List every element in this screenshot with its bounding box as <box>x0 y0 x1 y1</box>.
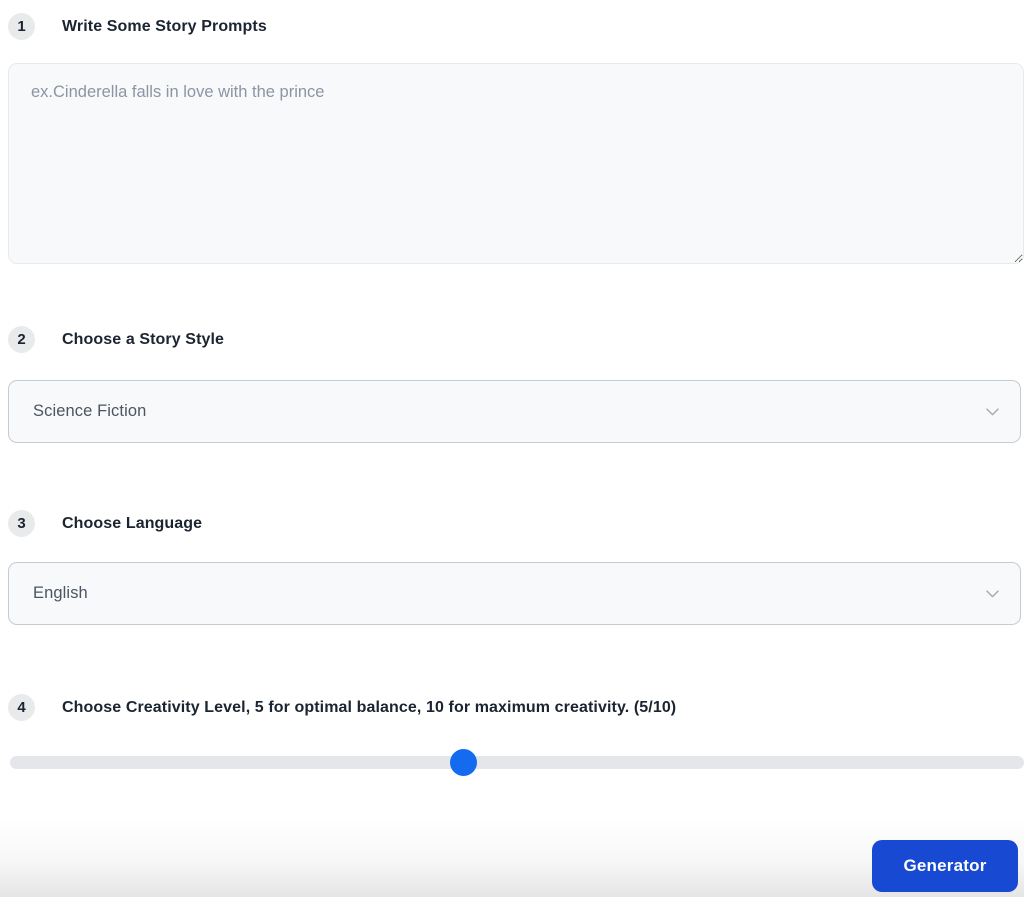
language-selected-value: English <box>33 584 88 602</box>
creativity-slider-thumb[interactable] <box>450 749 477 776</box>
step-3-badge: 3 <box>8 510 35 537</box>
section-header-language: 3 Choose Language <box>8 510 202 537</box>
section-header-creativity: 4 Choose Creativity Level, 5 for optimal… <box>8 694 676 721</box>
generator-button[interactable]: Generator <box>872 840 1018 892</box>
chevron-down-icon <box>983 402 1002 421</box>
creativity-slider-track[interactable] <box>10 756 1024 769</box>
language-select[interactable]: English <box>8 562 1021 625</box>
story-prompt-input[interactable] <box>8 63 1024 264</box>
section-title-language: Choose Language <box>62 514 203 532</box>
step-2-badge: 2 <box>8 326 35 353</box>
section-title-story-style: Choose a Story Style <box>62 330 225 348</box>
chevron-down-icon <box>983 584 1002 603</box>
section-title-creativity: Choose Creativity Level, 5 for optimal b… <box>62 698 677 716</box>
section-header-story-style: 2 Choose a Story Style <box>8 326 224 353</box>
footer-gradient <box>0 817 1024 897</box>
section-title-prompts: Write Some Story Prompts <box>62 17 267 35</box>
step-1-badge: 1 <box>8 13 35 40</box>
step-4-badge: 4 <box>8 694 35 721</box>
story-style-selected-value: Science Fiction <box>33 402 147 420</box>
story-style-select[interactable]: Science Fiction <box>8 380 1021 443</box>
section-header-prompts: 1 Write Some Story Prompts <box>8 13 267 40</box>
